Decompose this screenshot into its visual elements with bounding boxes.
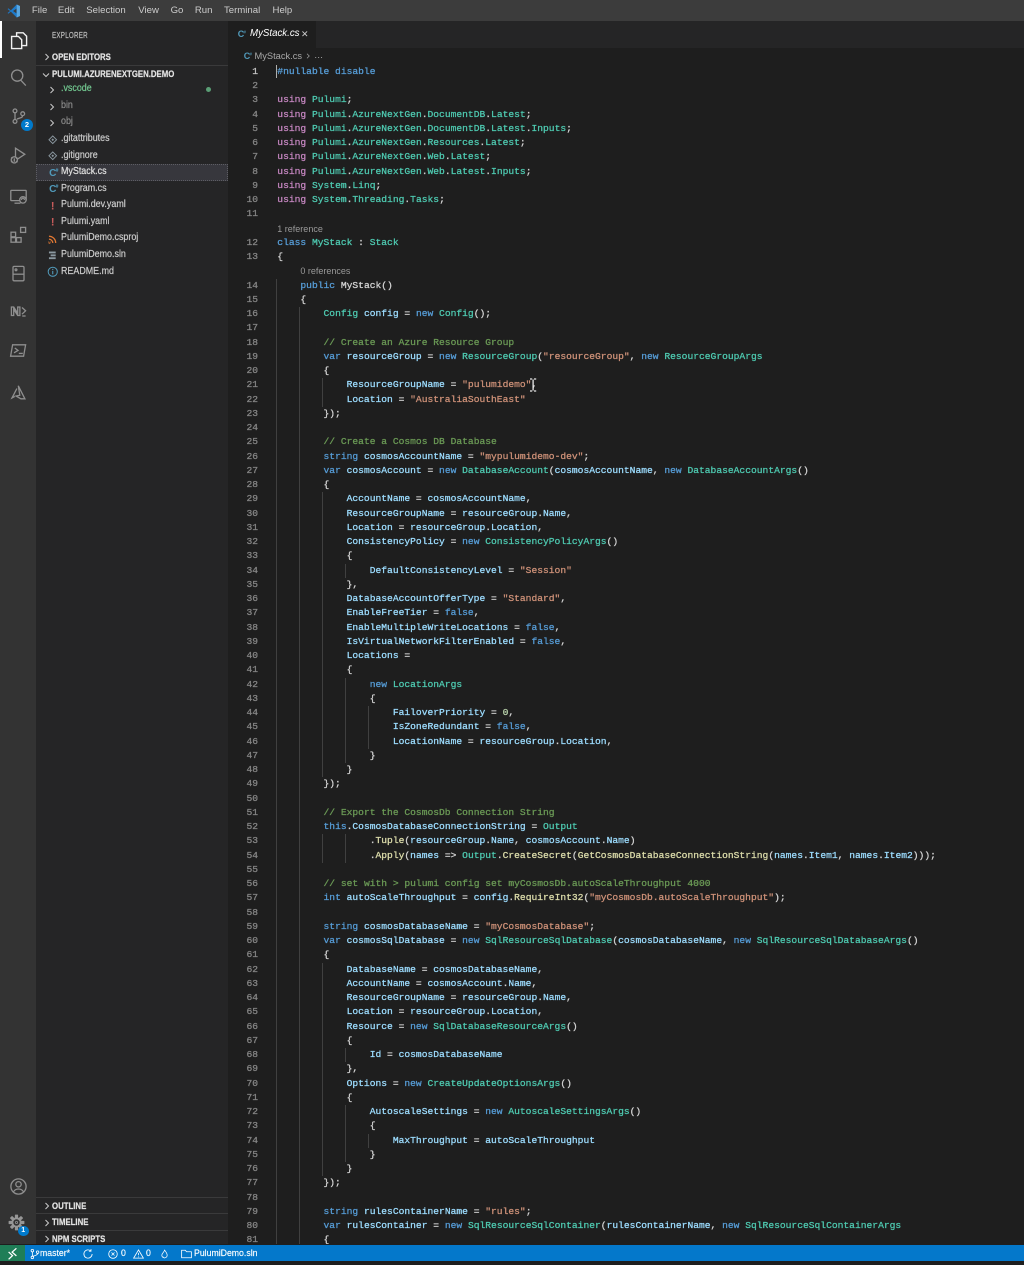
- svg-text:#: #: [243, 29, 246, 34]
- svg-text:#: #: [55, 168, 58, 174]
- svg-text:#: #: [249, 51, 252, 56]
- svg-text:#: #: [55, 184, 58, 190]
- svg-text:!: !: [50, 217, 54, 229]
- svg-text:!: !: [50, 201, 54, 213]
